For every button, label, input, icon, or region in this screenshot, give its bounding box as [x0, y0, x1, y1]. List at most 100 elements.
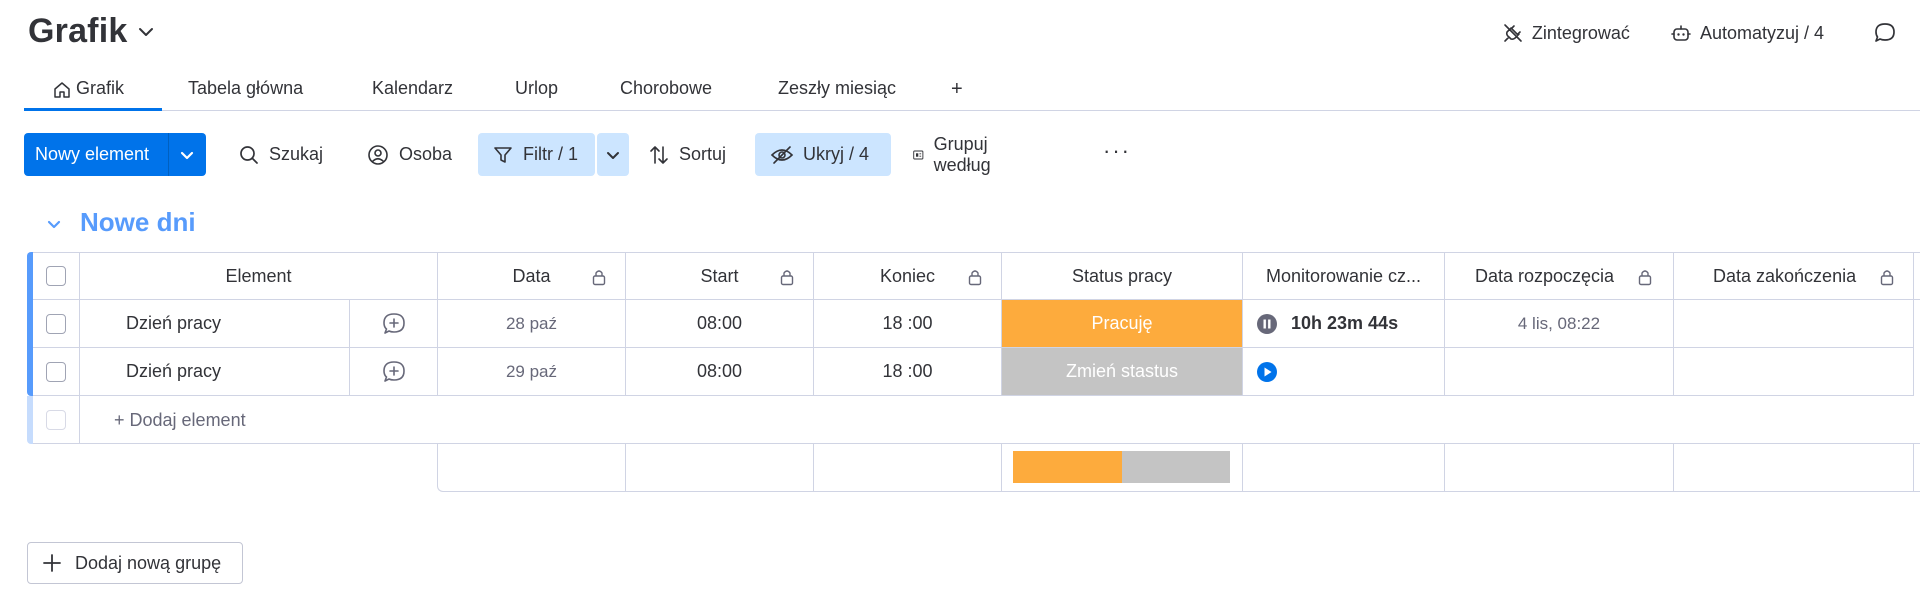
- tabs-divider: [24, 110, 1920, 111]
- status-cell[interactable]: Zmień stastus: [1002, 348, 1243, 396]
- timer-value: 10h 23m 44s: [1291, 313, 1399, 333]
- column-header-data[interactable]: Data: [438, 252, 626, 300]
- plug-icon: [1504, 24, 1522, 42]
- summary-cell: [1243, 444, 1445, 492]
- more-options-button[interactable]: ···: [1103, 129, 1131, 172]
- add-item-row: [33, 396, 1920, 444]
- tab-zeszly-miesiac[interactable]: Zeszły miesiąc: [778, 72, 902, 110]
- summary-cell: [1674, 444, 1914, 492]
- person-label: Osoba: [399, 144, 453, 164]
- automate-button[interactable]: Automatyzuj / 4: [1670, 22, 1824, 44]
- end-date-cell[interactable]: [1674, 348, 1914, 396]
- row-select: [33, 348, 80, 396]
- status-cell[interactable]: Pracuję: [1002, 300, 1243, 348]
- group-collapse-chevron-icon[interactable]: [44, 214, 64, 234]
- integrate-label: Zintegrować: [1531, 22, 1630, 43]
- split-divider: [168, 133, 169, 176]
- tab-chorobowe[interactable]: Chorobowe: [620, 72, 719, 110]
- start-date-cell[interactable]: 4 lis, 08:22: [1445, 300, 1674, 348]
- column-header-time-tracking[interactable]: Monitorowanie cz...: [1243, 252, 1445, 300]
- time-tracking-cell[interactable]: [1243, 348, 1445, 396]
- column-header-status[interactable]: Status pracy: [1002, 252, 1243, 300]
- hide-label: Ukryj / 4: [803, 144, 870, 164]
- lock-icon: [1638, 270, 1652, 286]
- add-view-button[interactable]: +: [951, 72, 963, 110]
- column-header-end-date[interactable]: Data zakończenia: [1674, 252, 1914, 300]
- sort-label: Sortuj: [679, 144, 727, 164]
- filter-label: Filtr / 1: [523, 144, 579, 164]
- filter-button[interactable]: Filtr / 1: [478, 133, 595, 176]
- start-date-cell[interactable]: [1445, 348, 1674, 396]
- lock-icon: [592, 270, 606, 286]
- eye-off-icon: [770, 145, 794, 164]
- row-checkbox[interactable]: [46, 361, 66, 382]
- end-date-cell[interactable]: [1674, 300, 1914, 348]
- add-row-select: [33, 396, 80, 444]
- column-header-start-date[interactable]: Data rozpoczęcia: [1445, 252, 1674, 300]
- status-summary-segment-working[interactable]: [1013, 451, 1122, 483]
- header-select-all: [33, 252, 80, 300]
- pause-icon[interactable]: [1256, 313, 1278, 335]
- integrate-button[interactable]: Zintegrować: [1502, 22, 1630, 44]
- chat-icon[interactable]: [1873, 21, 1897, 45]
- add-group-label: Dodaj nową grupę: [75, 552, 222, 573]
- add-update-icon: [382, 360, 405, 382]
- board-title[interactable]: Grafik: [28, 12, 127, 51]
- time-tracking-cell[interactable]: 10h 23m 44s: [1243, 300, 1445, 348]
- row-checkbox[interactable]: [46, 313, 66, 334]
- item-name: Dzień pracy: [126, 361, 222, 381]
- search-button[interactable]: Szukaj: [238, 133, 323, 176]
- column-header-label: Koniec: [879, 265, 936, 286]
- column-header-label: Data rozpoczęcia: [1475, 265, 1615, 286]
- tab-tabela-glowna[interactable]: Tabela główna: [188, 72, 314, 110]
- group-by-label: Grupuj według: [933, 133, 991, 175]
- chevron-down-icon[interactable]: [177, 145, 197, 165]
- home-icon: [54, 82, 70, 98]
- start-cell[interactable]: 08:00: [626, 300, 814, 348]
- add-item-input[interactable]: + Dodaj element: [114, 396, 246, 444]
- column-header-start[interactable]: Start: [626, 252, 814, 300]
- group-by-button[interactable]: Grupuj według: [912, 133, 1000, 176]
- tab-grafik[interactable]: Grafik: [24, 72, 154, 110]
- column-header-element[interactable]: Element: [80, 252, 438, 300]
- date-value: 28 paź: [505, 313, 558, 333]
- date-cell[interactable]: 29 paź: [438, 348, 626, 396]
- date-cell[interactable]: 28 paź: [438, 300, 626, 348]
- add-group-button[interactable]: Dodaj nową grupę: [27, 542, 243, 584]
- item-name-cell[interactable]: Dzień pracy: [80, 300, 350, 348]
- start-cell[interactable]: 08:00: [626, 348, 814, 396]
- column-header-label: Data zakończenia: [1713, 265, 1857, 286]
- tab-urlop[interactable]: Urlop: [515, 72, 561, 110]
- group-title[interactable]: Nowe dni: [80, 207, 196, 238]
- end-value: 18 :00: [882, 313, 933, 333]
- item-updates-cell[interactable]: [350, 300, 438, 348]
- end-cell[interactable]: 18 :00: [814, 348, 1002, 396]
- plus-icon: [43, 554, 61, 572]
- column-header-label: Start: [700, 265, 739, 286]
- add-update-icon: [382, 312, 405, 334]
- start-value: 08:00: [696, 361, 743, 381]
- tab-kalendarz[interactable]: Kalendarz: [372, 72, 455, 110]
- filter-dropdown-button[interactable]: [597, 133, 629, 176]
- play-icon[interactable]: [1256, 361, 1278, 383]
- select-all-checkbox[interactable]: [46, 266, 66, 286]
- sort-button[interactable]: Sortuj: [648, 133, 726, 176]
- status-label: Pracuję: [1091, 313, 1153, 333]
- summary-cell: [1445, 444, 1674, 492]
- item-name-cell[interactable]: Dzień pracy: [80, 348, 350, 396]
- robot-icon: [1671, 25, 1691, 41]
- summary-cell: [438, 444, 626, 492]
- person-filter-button[interactable]: Osoba: [366, 133, 452, 176]
- start-value: 08:00: [696, 313, 743, 333]
- column-header-koniec[interactable]: Koniec: [814, 252, 1002, 300]
- status-summary-segment-empty[interactable]: [1122, 451, 1230, 483]
- end-cell[interactable]: 18 :00: [814, 300, 1002, 348]
- tab-label: Kalendarz: [372, 78, 454, 98]
- column-header-label: Monitorowanie cz...: [1265, 265, 1422, 286]
- item-updates-cell[interactable]: [350, 348, 438, 396]
- add-item-label: + Dodaj element: [114, 409, 246, 430]
- hide-columns-button[interactable]: Ukryj / 4: [755, 133, 891, 176]
- new-item-button[interactable]: Nowy element: [24, 133, 206, 176]
- chevron-down-icon[interactable]: [136, 22, 156, 42]
- more-icon: ···: [1103, 137, 1131, 163]
